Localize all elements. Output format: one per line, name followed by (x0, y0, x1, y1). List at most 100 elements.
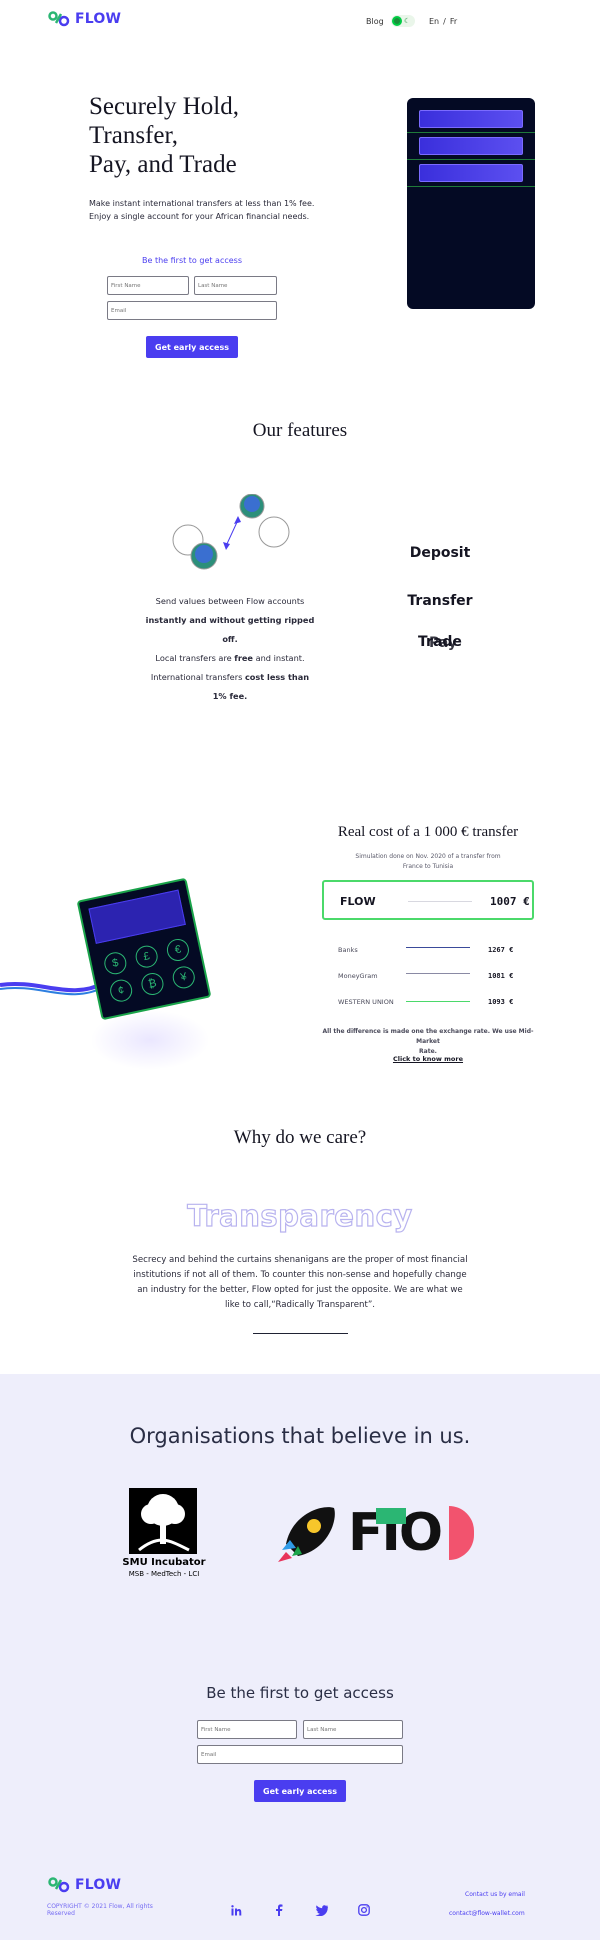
divider (407, 132, 535, 133)
email-field[interactable] (107, 301, 277, 320)
flow-label: FLOW (340, 895, 376, 908)
organisations-title: Organisations that believe in us. (129, 1424, 471, 1448)
get-early-access-button[interactable]: Get early access (146, 336, 238, 358)
row-label: MoneyGram (338, 972, 378, 980)
last-name-field[interactable] (194, 276, 277, 295)
moon-icon: ☾ (404, 18, 411, 25)
hero-subtitle-line: Enjoy a single account for your African … (89, 212, 310, 221)
know-more-link[interactable]: Click to know more (318, 1055, 538, 1063)
contact-email-link[interactable]: contact@flow-wallet.com (449, 1910, 559, 1917)
cent-icon: ¢ (108, 977, 135, 1004)
footnote-line: All the difference is made one the excha… (322, 1028, 534, 1045)
hero-subtitle: Make instant international transfers at … (89, 197, 349, 223)
euro-icon: € (164, 936, 191, 964)
cost-title: Real cost of a 1 000 € transfer (337, 824, 519, 840)
row-value: 1267 € (488, 946, 514, 954)
feature-text-line: Local transfers are free and instant. (138, 649, 322, 668)
first-name-field[interactable] (107, 276, 189, 295)
text-segment: Local transfers are (155, 653, 235, 663)
lang-fr[interactable]: Fr (450, 17, 457, 26)
feature-text-line: 1% fee. (212, 691, 248, 701)
linkedin-icon[interactable] (229, 1903, 243, 1917)
access-title: Be the first to get access (141, 256, 242, 265)
fio-accent (376, 1508, 406, 1524)
logo[interactable]: FLOW (47, 11, 121, 27)
dollar-icon: $ (102, 950, 129, 977)
terminal-screen (88, 889, 186, 944)
facebook-icon[interactable] (272, 1903, 286, 1917)
divider (407, 159, 535, 160)
tab-deposit[interactable]: Deposit (380, 545, 500, 561)
pound-icon: £ (133, 943, 160, 970)
cta-email-field[interactable] (197, 1745, 403, 1764)
yen-icon: ¥ (170, 964, 197, 991)
lang-separator: / (443, 17, 446, 26)
smu-sub: MSB - MedTech - LCI (128, 1570, 200, 1578)
rocket-icon (278, 1507, 335, 1562)
flow-cost-row: FLOW 1007 € (322, 880, 534, 920)
contact-label: Contact us by email (465, 1891, 525, 1898)
text-emphasis: free (234, 653, 253, 663)
care-text-line: institutions if not all of them. To coun… (133, 1270, 467, 1280)
smu-incubator-logo: SMU Incubator MSB - MedTech - LCI (116, 1488, 212, 1580)
feature-text-line: instantly and without getting ripped (145, 615, 315, 625)
toggle-knob (392, 16, 402, 26)
row-line (408, 901, 472, 902)
logo-icon (48, 11, 70, 27)
card-graphic (419, 137, 523, 155)
feature-text-line: Send values between Flow accounts (155, 596, 305, 606)
nav-blog-link[interactable]: Blog (366, 17, 384, 26)
theme-toggle[interactable]: ☾ (391, 15, 415, 27)
hero-title-line: Transfer, (89, 122, 179, 149)
card-graphic (419, 164, 523, 182)
bitcoin-icon: ₿ (139, 970, 166, 998)
feature-text-line: off. (222, 634, 238, 644)
twitter-icon[interactable] (314, 1903, 328, 1917)
organisations-band (0, 1374, 600, 1940)
cost-footnote: All the difference is made one the excha… (318, 1027, 538, 1057)
row-line (406, 1001, 470, 1002)
row-value: 1093 € (488, 998, 514, 1006)
lang-en[interactable]: En (429, 17, 439, 26)
cta-title: Be the first to get access (206, 1684, 394, 1702)
payment-terminal: $ £ € ¢ ₿ ¥ (76, 877, 212, 1021)
terminal-keypad: $ £ € ¢ ₿ ¥ (102, 936, 200, 1004)
copyright: COPYRIGHT © 2021 Flow, All rights Reserv… (47, 1903, 153, 1917)
instagram-icon[interactable] (357, 1903, 371, 1917)
text-segment: International transfers (150, 672, 245, 682)
hero-subtitle-line: Make instant international transfers at … (89, 199, 315, 208)
tree-logo (129, 1488, 197, 1554)
care-text-line: like to call,“Radically Transparent”. (224, 1300, 376, 1310)
row-line (406, 973, 470, 974)
tab-pay[interactable]: Pay (383, 635, 503, 651)
tab-transfer[interactable]: Transfer (380, 593, 500, 609)
care-text-line: an industry for the better, Flow opted f… (137, 1285, 463, 1295)
cost-row-western-union: WESTERN UNION 1093 € (338, 998, 518, 1008)
cta-first-name-field[interactable] (197, 1720, 297, 1739)
hero-title: Securely Hold, Transfer, Pay, and Trade (89, 92, 349, 179)
transfer-illustration (172, 494, 290, 570)
care-text-line: Secrecy and behind the curtains shenanig… (132, 1255, 468, 1265)
cta-last-name-field[interactable] (303, 1720, 403, 1739)
cta-get-early-access-button[interactable]: Get early access (254, 1780, 346, 1802)
flow-value: 1007 € (490, 895, 530, 908)
transparency-word: Transparency (187, 1198, 413, 1233)
features-title: Our features (252, 420, 348, 441)
card-graphic (419, 110, 523, 128)
feature-text-line: International transfers cost less than (138, 668, 322, 687)
cost-row-moneygram: MoneyGram 1081 € (338, 972, 518, 982)
section-divider (253, 1333, 348, 1334)
text-emphasis: cost less than (244, 672, 310, 682)
cost-note-line: Simulation done on Nov. 2020 of a transf… (355, 853, 501, 860)
language-switcher: En / Fr (429, 17, 457, 26)
row-line (406, 947, 470, 948)
row-label: WESTERN UNION (338, 998, 394, 1006)
footer-logo-text: FLOW (75, 1877, 122, 1893)
tree-icon (138, 1494, 190, 1552)
phone-illustration (407, 98, 535, 309)
smu-name: SMU Incubator (122, 1557, 206, 1568)
care-text: Secrecy and behind the curtains shenanig… (110, 1253, 490, 1313)
divider (407, 186, 535, 187)
footer-logo[interactable]: FLOW (47, 1877, 121, 1893)
fio-accent (449, 1506, 474, 1560)
